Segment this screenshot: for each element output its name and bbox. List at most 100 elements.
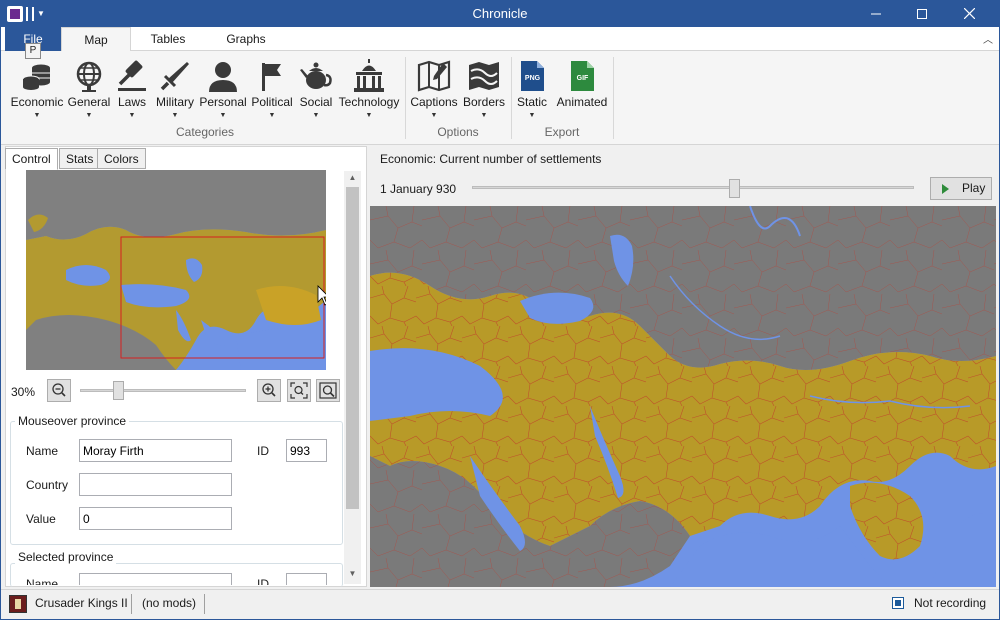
play-icon	[942, 184, 949, 194]
left-panel-scrollbar[interactable]: ▲ ▼	[344, 171, 361, 584]
zoom-percent: 30%	[11, 385, 36, 399]
static-label: Static	[516, 95, 547, 109]
technology-button[interactable]: Technology ▼	[337, 55, 401, 125]
mods-status: (no mods)	[142, 596, 197, 610]
flag-icon	[262, 63, 281, 91]
country-label: Country	[26, 478, 69, 492]
personal-button[interactable]: Personal ▼	[199, 55, 247, 125]
collapse-ribbon-chevron-icon[interactable]: ︿	[983, 31, 993, 46]
selected-province-title: Selected province	[15, 550, 117, 564]
maximize-icon	[917, 9, 927, 19]
chevron-down-icon: ▼	[128, 112, 136, 119]
selected-id-field[interactable]	[286, 573, 327, 585]
tab-tables[interactable]: Tables	[135, 27, 201, 51]
play-button[interactable]: Play	[930, 177, 992, 200]
current-date: 1 January 930	[380, 182, 457, 196]
timeline-slider-thumb[interactable]	[729, 179, 740, 198]
app-window: ▼ Chronicle File Map Tables Graphs P ︿ E…	[0, 0, 1000, 620]
general-label: General	[67, 95, 111, 109]
play-label: Play	[962, 181, 986, 195]
zoom-in-button[interactable]	[257, 379, 281, 402]
title-bar: ▼ Chronicle	[1, 1, 999, 27]
social-button[interactable]: Social ▼	[295, 55, 337, 125]
chevron-down-icon: ▼	[171, 112, 179, 119]
zoom-out-icon	[52, 383, 66, 397]
mouseover-id-field[interactable]	[286, 439, 327, 462]
zoom-in-icon	[262, 383, 276, 397]
ribbon-tab-bar: File Map Tables Graphs	[1, 27, 999, 52]
group-divider	[511, 57, 512, 139]
political-button[interactable]: Political ▼	[249, 55, 295, 125]
categories-group-label: Categories	[175, 125, 235, 139]
png-file-icon: PNG	[521, 61, 544, 91]
economic-label: Economic	[10, 95, 64, 109]
zoom-reset-button[interactable]	[316, 379, 340, 402]
animated-export-button[interactable]: GIF Animated	[553, 55, 611, 125]
borders-label: Borders	[462, 95, 506, 109]
selected-province-fields-clip: Name ID	[10, 570, 344, 585]
teapot-icon	[300, 62, 332, 89]
captions-button[interactable]: Captions ▼	[409, 55, 459, 125]
minimize-button[interactable]	[853, 1, 899, 27]
globe-icon	[76, 61, 102, 92]
png-tag: PNG	[525, 75, 541, 82]
chevron-down-icon: ▼	[528, 112, 536, 119]
gif-tag: GIF	[577, 75, 589, 82]
group-divider	[613, 57, 614, 139]
chevron-down-icon: ▼	[268, 112, 276, 119]
tab-stats[interactable]: Stats	[59, 148, 101, 169]
mouseover-name-field[interactable]	[79, 439, 232, 462]
name-label: Name	[26, 577, 59, 585]
captions-label: Captions	[410, 95, 458, 109]
borders-button[interactable]: Borders ▼	[459, 55, 509, 125]
personal-label: Personal	[199, 95, 247, 109]
ribbon: Economic ▼ General ▼ Laws ▼ Military ▼ P…	[1, 51, 999, 145]
recording-icon	[892, 597, 904, 609]
political-label: Political	[251, 95, 293, 109]
name-label: Name	[26, 444, 59, 458]
zoom-slider-track[interactable]	[80, 389, 246, 392]
sword-icon	[160, 62, 189, 91]
scrollbar-thumb[interactable]	[346, 187, 359, 509]
tab-control[interactable]: Control	[5, 148, 58, 170]
animated-label: Animated	[556, 95, 608, 109]
military-button[interactable]: Military ▼	[151, 55, 199, 125]
tab-map[interactable]: Map	[61, 27, 131, 52]
zoom-reset-icon	[319, 382, 337, 399]
status-divider	[131, 594, 132, 614]
id-label: ID	[257, 577, 269, 585]
group-divider	[405, 57, 406, 139]
laws-button[interactable]: Laws ▼	[113, 55, 151, 125]
scroll-down-icon[interactable]: ▼	[344, 569, 361, 578]
main-map[interactable]	[370, 206, 996, 587]
zoom-fit-button[interactable]	[287, 379, 311, 402]
coins-icon	[22, 64, 50, 90]
general-button[interactable]: General ▼	[65, 55, 113, 125]
zoom-slider-thumb[interactable]	[113, 381, 124, 400]
chevron-down-icon: ▼	[33, 112, 41, 119]
game-name: Crusader Kings II	[35, 596, 128, 610]
scroll-up-icon[interactable]: ▲	[344, 173, 361, 182]
minimap[interactable]	[26, 170, 326, 370]
chevron-down-icon: ▼	[219, 112, 227, 119]
zoom-out-button[interactable]	[47, 379, 71, 402]
options-group-label: Options	[437, 125, 479, 139]
tab-colors[interactable]: Colors	[97, 148, 146, 169]
selected-name-field[interactable]	[79, 573, 232, 585]
laws-label: Laws	[117, 95, 146, 109]
mouseover-country-field[interactable]	[79, 473, 232, 496]
technology-label: Technology	[338, 95, 400, 109]
chevron-down-icon: ▼	[365, 112, 373, 119]
maximize-button[interactable]	[899, 1, 945, 27]
gif-file-icon: GIF	[571, 61, 594, 91]
chevron-down-icon: ▼	[85, 112, 93, 119]
close-button[interactable]	[946, 1, 992, 27]
game-shield-icon	[9, 595, 27, 613]
timeline-slider-track[interactable]	[472, 186, 914, 189]
status-divider	[204, 594, 205, 614]
tab-graphs[interactable]: Graphs	[213, 27, 279, 51]
economic-button[interactable]: Economic ▼	[9, 55, 65, 125]
static-export-button[interactable]: PNG Static ▼	[513, 55, 551, 125]
mouseover-value-field[interactable]	[79, 507, 232, 530]
chevron-down-icon: ▼	[480, 112, 488, 119]
